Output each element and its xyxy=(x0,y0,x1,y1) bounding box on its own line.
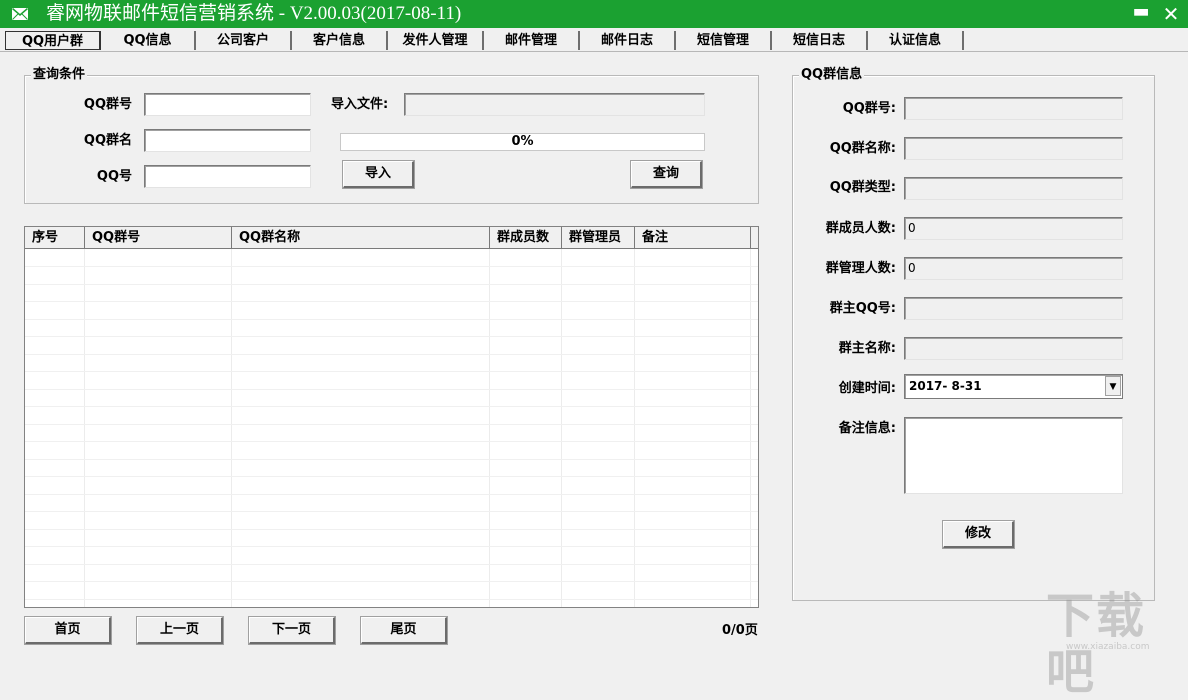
create-time-label: 创建时间: xyxy=(838,381,896,396)
grid-divider xyxy=(489,249,490,607)
group-type-field[interactable] xyxy=(904,177,1123,200)
grid-row-line xyxy=(25,406,758,407)
grid-row-line xyxy=(25,581,758,582)
owner-qq-field[interactable] xyxy=(904,297,1123,320)
column-header-admins[interactable]: 群管理员 xyxy=(562,227,635,248)
tab-qq-info[interactable]: QQ信息 xyxy=(101,31,196,50)
close-button[interactable]: ✕ xyxy=(1159,3,1183,25)
group-name-label: QQ群名称: xyxy=(829,141,896,156)
tab-mail-log[interactable]: 邮件日志 xyxy=(580,31,676,50)
last-page-button[interactable]: 尾页 xyxy=(360,616,448,645)
grid-row-line xyxy=(25,266,758,267)
qq-group-no-label: QQ群号 xyxy=(83,97,132,112)
qq-group-name-label: QQ群名 xyxy=(83,133,132,148)
grid-row-line xyxy=(25,354,758,355)
grid-row-line xyxy=(25,529,758,530)
tab-sms-log[interactable]: 短信日志 xyxy=(772,31,868,50)
grid-row-line xyxy=(25,319,758,320)
query-button[interactable]: 查询 xyxy=(630,160,703,189)
grid-header: 序号 QQ群号 QQ群名称 群成员数 群管理员 备注 xyxy=(25,227,758,249)
tab-sms-management[interactable]: 短信管理 xyxy=(676,31,772,50)
title-bar: 睿网物联邮件短信营销系统 - V2.00.03(2017-08-11) ▬ ✕ xyxy=(0,0,1188,28)
qq-group-no-input[interactable] xyxy=(144,93,311,116)
grid-row-line xyxy=(25,599,758,600)
grid-row-line xyxy=(25,564,758,565)
dropdown-arrow-icon[interactable]: ▼ xyxy=(1105,376,1121,396)
minimize-button[interactable]: ▬ xyxy=(1129,3,1153,25)
column-header-remark[interactable]: 备注 xyxy=(635,227,751,248)
watermark: 下载吧 www.xiazaiba.com xyxy=(1046,588,1182,700)
group-no-field[interactable] xyxy=(904,97,1123,120)
next-page-button[interactable]: 下一页 xyxy=(248,616,336,645)
member-count-field[interactable]: 0 xyxy=(904,217,1123,240)
window-title: 睿网物联邮件短信营销系统 - V2.00.03(2017-08-11) xyxy=(46,3,462,24)
admin-count-field[interactable]: 0 xyxy=(904,257,1123,280)
query-conditions-legend: 查询条件 xyxy=(31,67,88,83)
member-count-label: 群成员人数: xyxy=(825,221,896,236)
grid-row-line xyxy=(25,424,758,425)
tab-mail-management[interactable]: 邮件管理 xyxy=(484,31,580,50)
import-progress-bar: 0% xyxy=(340,133,705,151)
grid-row-line xyxy=(25,371,758,372)
owner-name-field[interactable] xyxy=(904,337,1123,360)
tab-customer-info[interactable]: 客户信息 xyxy=(292,31,388,50)
modify-button[interactable]: 修改 xyxy=(942,520,1015,549)
grid-row-line xyxy=(25,546,758,547)
column-header-group-no[interactable]: QQ群号 xyxy=(85,227,232,248)
tab-certification-info[interactable]: 认证信息 xyxy=(868,31,964,50)
group-type-label: QQ群类型: xyxy=(829,180,896,195)
import-file-field[interactable] xyxy=(404,93,705,116)
qq-group-info-legend: QQ群信息 xyxy=(799,67,865,83)
remark-label: 备注信息: xyxy=(838,421,896,436)
column-header-seq[interactable]: 序号 xyxy=(25,227,85,248)
tab-company-customers[interactable]: 公司客户 xyxy=(196,31,292,50)
qq-group-name-input[interactable] xyxy=(144,129,311,152)
grid-row-line xyxy=(25,389,758,390)
create-time-value: 2017- 8-31 xyxy=(909,379,982,393)
prev-page-button[interactable]: 上一页 xyxy=(136,616,224,645)
column-header-member-count[interactable]: 群成员数 xyxy=(490,227,562,248)
grid-row-line xyxy=(25,494,758,495)
grid-divider xyxy=(231,249,232,607)
tab-qq-user-group[interactable]: QQ用户群 xyxy=(5,31,101,50)
group-no-label: QQ群号: xyxy=(842,101,896,116)
grid-row-line xyxy=(25,301,758,302)
grid-row-line xyxy=(25,336,758,337)
tab-sender-management[interactable]: 发件人管理 xyxy=(388,31,484,50)
qq-no-input[interactable] xyxy=(144,165,311,188)
grid-row-line xyxy=(25,476,758,477)
grid-divider xyxy=(634,249,635,607)
grid-row-line xyxy=(25,511,758,512)
page-status: 0/0页 xyxy=(722,623,758,638)
results-grid[interactable]: 序号 QQ群号 QQ群名称 群成员数 群管理员 备注 xyxy=(24,226,759,608)
column-header-group-name[interactable]: QQ群名称 xyxy=(232,227,490,248)
create-time-picker[interactable]: 2017- 8-31 ▼ xyxy=(904,374,1123,399)
admin-count-label: 群管理人数: xyxy=(825,261,896,276)
grid-row-line xyxy=(25,441,758,442)
grid-divider xyxy=(561,249,562,607)
remark-textarea[interactable] xyxy=(904,417,1123,494)
mail-icon xyxy=(12,8,28,20)
grid-divider xyxy=(84,249,85,607)
qq-no-label: QQ号 xyxy=(96,169,132,184)
import-button[interactable]: 导入 xyxy=(342,160,415,189)
group-name-field[interactable] xyxy=(904,137,1123,160)
import-file-label: 导入文件: xyxy=(331,97,389,112)
grid-row-line xyxy=(25,284,758,285)
grid-row-line xyxy=(25,459,758,460)
watermark-url: www.xiazaiba.com xyxy=(1066,642,1150,652)
owner-qq-label: 群主QQ号: xyxy=(829,301,896,316)
owner-name-label: 群主名称: xyxy=(838,341,896,356)
first-page-button[interactable]: 首页 xyxy=(24,616,112,645)
grid-divider xyxy=(750,249,751,607)
